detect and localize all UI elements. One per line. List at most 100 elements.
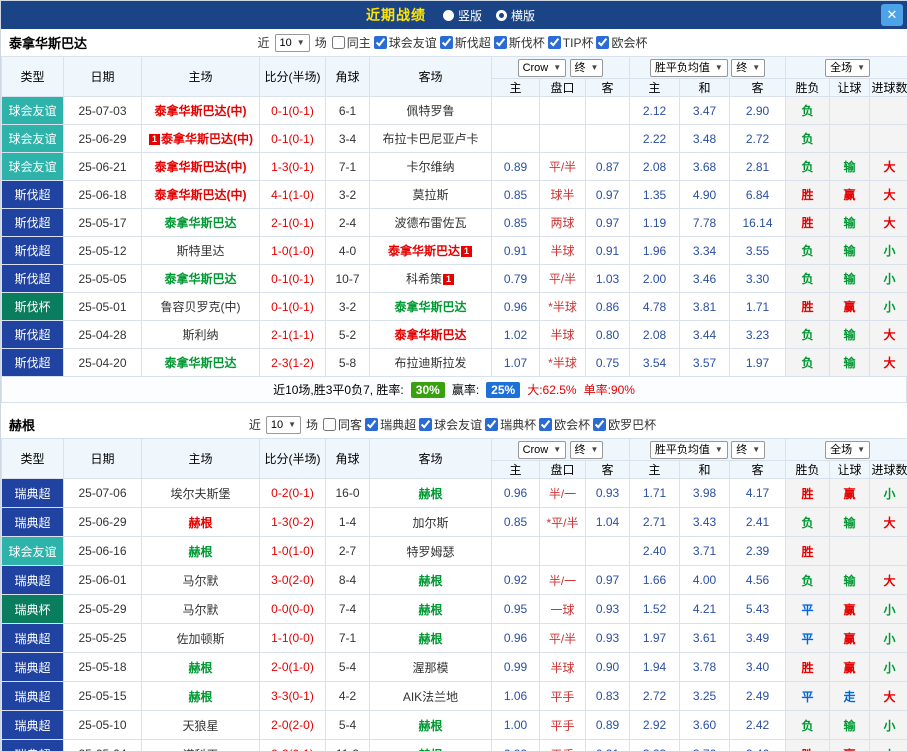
close-button[interactable]: ✕ bbox=[881, 4, 903, 26]
filter-checkbox[interactable] bbox=[323, 418, 336, 431]
filter-checkbox[interactable] bbox=[593, 418, 606, 431]
score-cell[interactable]: 2-0(1-0) bbox=[260, 653, 326, 682]
away-team-name[interactable]: AIK法兰地 bbox=[403, 690, 458, 704]
away-team-cell[interactable]: AIK法兰地 bbox=[370, 682, 492, 711]
home-team-name[interactable]: 埃尔夫斯堡 bbox=[170, 487, 230, 501]
filter-option[interactable]: 斯伐杯 bbox=[494, 34, 545, 51]
fullmatch-select[interactable]: 全场▼ bbox=[825, 441, 870, 459]
home-team-name[interactable]: 泰拿华斯巴达 bbox=[164, 216, 236, 230]
away-team-name[interactable]: 泰拿华斯巴达 bbox=[394, 328, 466, 342]
bookmaker-select[interactable]: Crow▼ bbox=[518, 59, 567, 77]
filter-checkbox[interactable] bbox=[440, 36, 453, 49]
filter-option[interactable]: 瑞典超 bbox=[365, 416, 416, 433]
filter-option[interactable]: 球会友谊 bbox=[374, 34, 437, 51]
away-team-cell[interactable]: 波德布雷佐瓦 bbox=[370, 209, 492, 237]
filter-option[interactable]: 欧会杯 bbox=[539, 416, 590, 433]
score-cell[interactable]: 2-1(1-1) bbox=[260, 321, 326, 349]
away-team-name[interactable]: 布拉迪斯拉发 bbox=[394, 356, 466, 370]
away-team-name[interactable]: 布拉卡巴尼亚卢卡 bbox=[382, 132, 478, 146]
asia-final-select[interactable]: 终▼ bbox=[570, 441, 604, 459]
home-team-cell[interactable]: 1泰拿华斯巴达(中) bbox=[142, 125, 260, 153]
home-team-cell[interactable]: 诺科平 bbox=[142, 740, 260, 752]
away-team-name[interactable]: 科希策 bbox=[406, 272, 442, 286]
away-team-name[interactable]: 渥那模 bbox=[412, 661, 448, 675]
home-team-cell[interactable]: 佐加顿斯 bbox=[142, 624, 260, 653]
match-count-select[interactable]: 10▼ bbox=[266, 416, 301, 434]
euro-final-select[interactable]: 终▼ bbox=[731, 59, 765, 77]
home-team-name[interactable]: 天狼星 bbox=[182, 719, 218, 733]
away-team-name[interactable]: 特罗姆瑟 bbox=[406, 545, 454, 559]
home-team-name[interactable]: 马尔默 bbox=[182, 574, 218, 588]
radio-selected-icon[interactable] bbox=[496, 10, 507, 21]
score-cell[interactable]: 0-1(0-1) bbox=[260, 97, 326, 125]
home-team-cell[interactable]: 泰拿华斯巴达(中) bbox=[142, 153, 260, 181]
fullmatch-select[interactable]: 全场▼ bbox=[825, 59, 870, 77]
filter-option[interactable]: 球会友谊 bbox=[419, 416, 482, 433]
filter-option[interactable]: 瑞典杯 bbox=[485, 416, 536, 433]
home-team-cell[interactable]: 斯特里达 bbox=[142, 237, 260, 265]
filter-option[interactable]: 欧罗巴杯 bbox=[593, 416, 656, 433]
score-cell[interactable]: 2-0(2-0) bbox=[260, 711, 326, 740]
filter-option[interactable]: 同主 bbox=[332, 34, 371, 51]
home-team-name[interactable]: 泰拿华斯巴达 bbox=[164, 272, 236, 286]
filter-checkbox[interactable] bbox=[365, 418, 378, 431]
away-team-cell[interactable]: 泰拿华斯巴达1 bbox=[370, 237, 492, 265]
home-team-cell[interactable]: 泰拿华斯巴达(中) bbox=[142, 181, 260, 209]
away-team-name[interactable]: 卡尔维纳 bbox=[406, 160, 454, 174]
bookmaker-select[interactable]: Crow▼ bbox=[518, 441, 567, 459]
filter-checkbox[interactable] bbox=[539, 418, 552, 431]
home-team-name[interactable]: 斯利纳 bbox=[182, 328, 218, 342]
away-team-name[interactable]: 赫根 bbox=[418, 632, 442, 646]
away-team-cell[interactable]: 赫根 bbox=[370, 624, 492, 653]
home-team-cell[interactable]: 天狼星 bbox=[142, 711, 260, 740]
home-team-cell[interactable]: 埃尔夫斯堡 bbox=[142, 479, 260, 508]
score-cell[interactable]: 1-0(1-0) bbox=[260, 537, 326, 566]
radio-unselected-icon[interactable] bbox=[443, 10, 454, 21]
filter-option[interactable]: 同客 bbox=[323, 416, 362, 433]
filter-option[interactable]: 斯伐超 bbox=[440, 34, 491, 51]
home-team-cell[interactable]: 马尔默 bbox=[142, 595, 260, 624]
score-cell[interactable]: 1-1(0-0) bbox=[260, 624, 326, 653]
home-team-cell[interactable]: 斯利纳 bbox=[142, 321, 260, 349]
home-team-name[interactable]: 泰拿华斯巴达(中) bbox=[161, 132, 253, 146]
home-team-name[interactable]: 泰拿华斯巴达(中) bbox=[155, 104, 247, 118]
score-cell[interactable]: 0-1(0-1) bbox=[260, 125, 326, 153]
home-team-name[interactable]: 赫根 bbox=[188, 545, 212, 559]
filter-checkbox[interactable] bbox=[485, 418, 498, 431]
away-team-name[interactable]: 佩特罗鲁 bbox=[406, 104, 454, 118]
away-team-cell[interactable]: 渥那模 bbox=[370, 653, 492, 682]
home-team-name[interactable]: 赫根 bbox=[188, 516, 212, 530]
home-team-name[interactable]: 泰拿华斯巴达 bbox=[164, 356, 236, 370]
score-cell[interactable]: 3-0(2-0) bbox=[260, 566, 326, 595]
home-team-cell[interactable]: 泰拿华斯巴达 bbox=[142, 349, 260, 377]
away-team-name[interactable]: 加尔斯 bbox=[412, 516, 448, 530]
away-team-cell[interactable]: 佩特罗鲁 bbox=[370, 97, 492, 125]
score-cell[interactable]: 2-1(0-1) bbox=[260, 209, 326, 237]
away-team-cell[interactable]: 科希策1 bbox=[370, 265, 492, 293]
away-team-cell[interactable]: 赫根 bbox=[370, 711, 492, 740]
filter-checkbox[interactable] bbox=[494, 36, 507, 49]
euro-final-select[interactable]: 终▼ bbox=[731, 441, 765, 459]
euro-avg-select[interactable]: 胜平负均值▼ bbox=[650, 59, 728, 77]
home-team-name[interactable]: 泰拿华斯巴达(中) bbox=[155, 188, 247, 202]
away-team-name[interactable]: 赫根 bbox=[418, 748, 442, 752]
score-cell[interactable]: 0-1(0-1) bbox=[260, 265, 326, 293]
asia-final-select[interactable]: 终▼ bbox=[570, 59, 604, 77]
score-cell[interactable]: 1-0(1-0) bbox=[260, 237, 326, 265]
away-team-cell[interactable]: 特罗姆瑟 bbox=[370, 537, 492, 566]
away-team-cell[interactable]: 赫根 bbox=[370, 595, 492, 624]
away-team-cell[interactable]: 赫根 bbox=[370, 566, 492, 595]
score-cell[interactable]: 0-0(0-0) bbox=[260, 595, 326, 624]
home-team-cell[interactable]: 鲁容贝罗克(中) bbox=[142, 293, 260, 321]
away-team-cell[interactable]: 赫根 bbox=[370, 740, 492, 752]
score-cell[interactable]: 1-3(0-2) bbox=[260, 508, 326, 537]
away-team-cell[interactable]: 布拉卡巴尼亚卢卡 bbox=[370, 125, 492, 153]
home-team-cell[interactable]: 赫根 bbox=[142, 653, 260, 682]
home-team-cell[interactable]: 泰拿华斯巴达(中) bbox=[142, 97, 260, 125]
score-cell[interactable]: 0-2(0-1) bbox=[260, 479, 326, 508]
layout-horizontal-radio[interactable]: 横版 bbox=[496, 7, 535, 24]
away-team-name[interactable]: 泰拿华斯巴达 bbox=[394, 300, 466, 314]
home-team-name[interactable]: 斯特里达 bbox=[176, 244, 224, 258]
score-cell[interactable]: 0-2(0-1) bbox=[260, 740, 326, 752]
home-team-name[interactable]: 赫根 bbox=[188, 690, 212, 704]
